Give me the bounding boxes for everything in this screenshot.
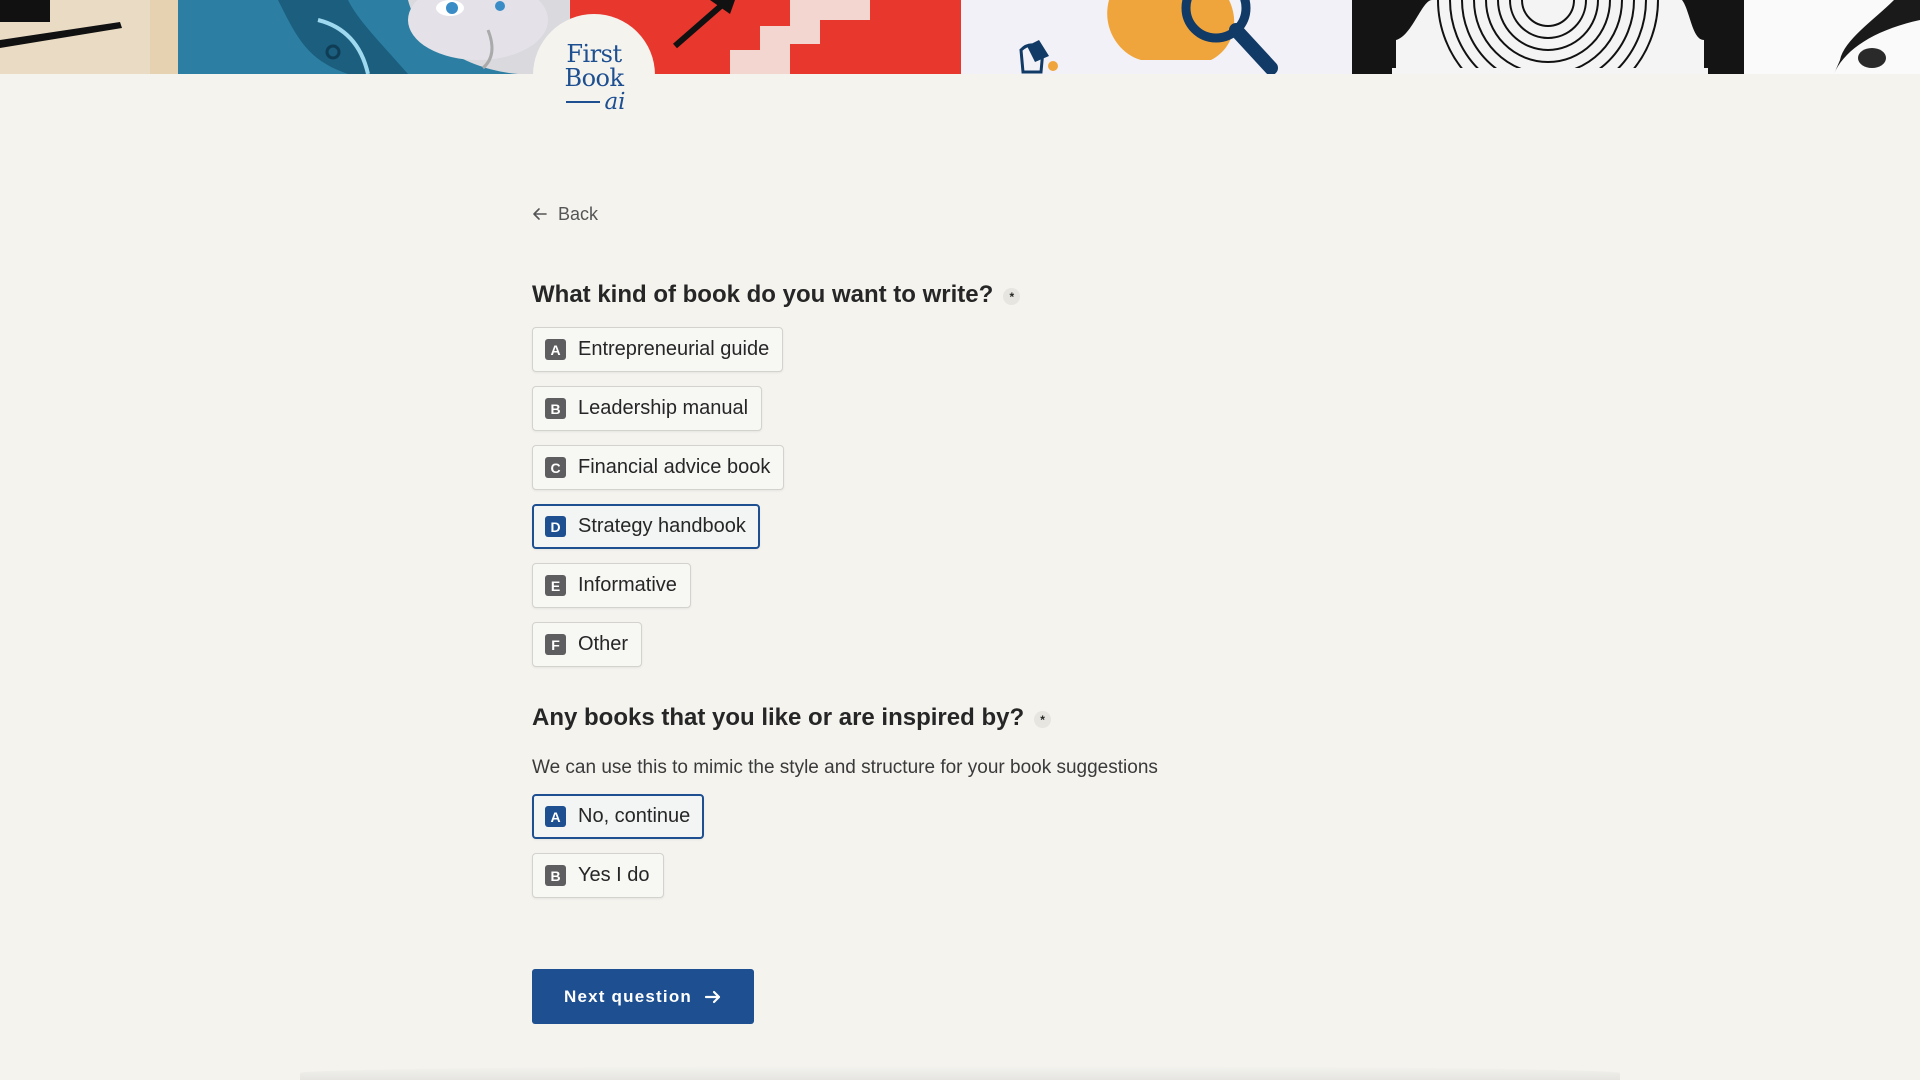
option-no-continue[interactable]: A No, continue [532, 794, 705, 839]
book-kind-options: A Entrepreneurial guide B Leadership man… [532, 327, 785, 667]
option-key-badge: B [545, 398, 566, 419]
arrow-right-icon [704, 990, 721, 1003]
cover-image-lightbulb [961, 0, 1352, 74]
option-leadership-manual[interactable]: B Leadership manual [532, 386, 763, 431]
option-yes-i-do[interactable]: B Yes I do [532, 853, 664, 898]
book-covers-banner [0, 0, 1920, 74]
option-label: Yes I do [578, 864, 650, 886]
next-question-label: Next question [563, 986, 692, 1006]
required-indicator: * [1034, 711, 1052, 728]
option-label: Leadership manual [578, 397, 749, 419]
logo-text-first: First [566, 40, 622, 68]
option-label: Informative [578, 574, 677, 596]
logo-text-ai: ai [604, 89, 626, 115]
required-indicator: * [1003, 288, 1021, 305]
option-label: Entrepreneurial guide [578, 338, 770, 360]
question-book-kind-title: What kind of book do you want to write? [532, 281, 994, 308]
question-inspiring-books-title: Any books that you like or are inspired … [532, 704, 1025, 731]
option-key-badge: E [545, 575, 566, 596]
back-label: Back [558, 203, 599, 224]
cover-image-typography [0, 0, 178, 74]
next-question-button[interactable]: Next question [532, 969, 754, 1024]
option-key-badge: D [545, 516, 566, 537]
cover-image-maze [1352, 0, 1744, 74]
cover-image-hands [1744, 0, 1920, 74]
option-label: No, continue [578, 805, 691, 827]
option-label: Strategy handbook [578, 515, 746, 537]
arrow-left-icon [533, 208, 547, 220]
first-book-ai-logo: First Book ai [533, 14, 655, 136]
question-book-kind: What kind of book do you want to write? … [532, 281, 1021, 309]
back-button[interactable]: Back [532, 202, 598, 226]
footer-shadow [300, 1066, 1620, 1080]
option-key-badge: F [545, 634, 566, 655]
option-entrepreneurial-guide[interactable]: A Entrepreneurial guide [532, 327, 784, 372]
option-label: Other [578, 633, 629, 655]
option-key-badge: C [545, 457, 566, 478]
option-other[interactable]: F Other [532, 622, 643, 667]
cover-image-face [178, 0, 570, 74]
option-key-badge: A [545, 339, 566, 360]
question-inspiring-books-description: We can use this to mimic the style and s… [532, 757, 1158, 778]
logo-text-book: Book [564, 64, 624, 92]
option-key-badge: A [545, 806, 566, 827]
option-financial-advice-book[interactable]: C Financial advice book [532, 445, 785, 490]
option-strategy-handbook[interactable]: D Strategy handbook [532, 504, 760, 549]
question-inspiring-books: Any books that you like or are inspired … [532, 704, 1052, 732]
option-key-badge: B [545, 865, 566, 886]
option-label: Financial advice book [578, 456, 771, 478]
option-informative[interactable]: E Informative [532, 563, 691, 608]
logo-dash [566, 101, 601, 103]
inspiring-books-options: A No, continue B Yes I do [532, 794, 705, 898]
